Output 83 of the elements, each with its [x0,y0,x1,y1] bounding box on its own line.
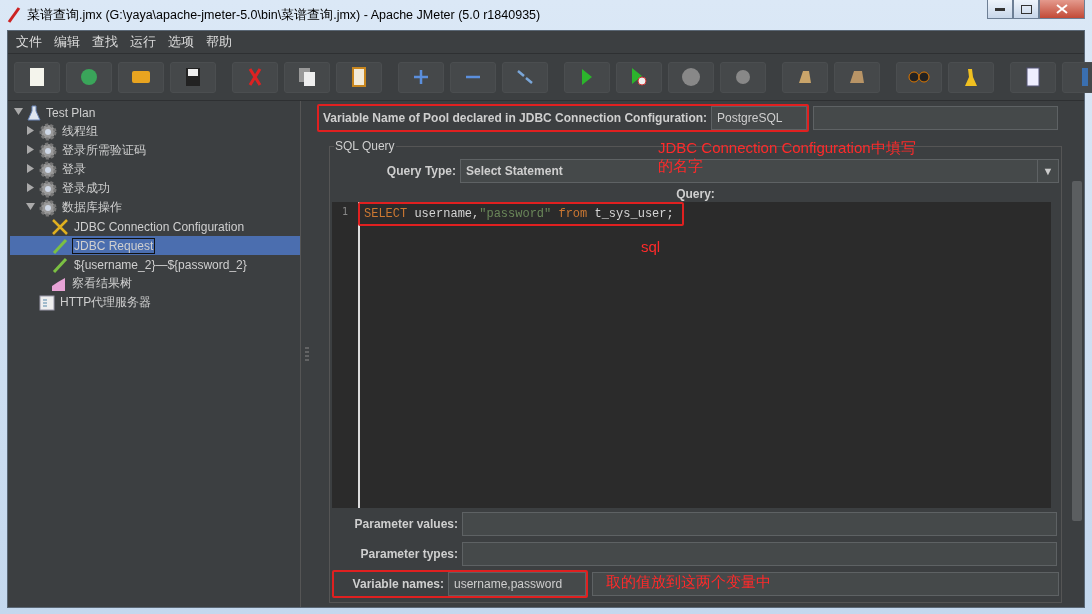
annotation-text: sql [641,238,661,256]
save-icon [186,68,200,86]
new-file-icon [30,68,44,86]
toggle-icon [517,70,533,84]
input-field[interactable] [813,106,1058,130]
field-label: Variable names: [352,577,444,591]
scrollbar[interactable] [1072,181,1082,521]
collapse-icon[interactable] [14,107,23,116]
splitter-handle-icon[interactable] [305,347,309,361]
wrench-icon [51,217,69,236]
toolbar-button[interactable] [616,61,662,93]
pipette-icon [51,255,69,274]
code-line: SELECT username,"password" from t_sys_user; [363,206,675,223]
flask-icon [27,104,41,121]
tree-item[interactable]: 登录 [10,160,300,179]
tree-item[interactable]: JDBC Connection Configuration [10,217,300,236]
menu-item[interactable]: 运行 [124,33,162,51]
line-number: 1 [342,206,348,219]
tree-item[interactable]: ${username_2}—${password_2} [10,255,300,274]
expand-icon[interactable] [26,145,35,154]
toolbar-button[interactable] [14,61,60,93]
feather-icon [7,7,21,23]
expand-icon[interactable] [26,164,35,173]
input-field[interactable]: username,password [448,572,586,596]
field-label: Parameter values: [354,517,458,531]
collapse-icon[interactable] [26,202,35,211]
field-label: Parameter types: [360,547,458,561]
maximize-button[interactable] [1013,0,1039,19]
menu-item[interactable]: 帮助 [200,33,238,51]
section-title: SQL Query [334,139,396,153]
binoculars-icon [908,71,930,83]
menu-item[interactable]: 选项 [162,33,200,51]
paste-icon [352,67,366,87]
input-field[interactable] [592,572,1059,596]
gear-icon [39,122,57,141]
stop-icon [736,70,750,84]
plus-icon [414,70,428,84]
expand-icon[interactable] [26,183,35,192]
gear-icon [39,198,57,217]
annotation-text: 的名字 [658,157,703,175]
close-button[interactable] [1039,0,1085,19]
window-title: 菜谱查询.jmx (G:\yaya\apache-jmeter-5.0\bin\菜谱查询.jmx) - Apache JMeter (5.0 r1840935) [27,6,541,24]
close-icon [1056,4,1068,14]
gear-icon [39,141,57,160]
toolbar-button[interactable] [336,61,382,93]
tree-item[interactable]: 登录所需验证码 [10,141,300,160]
pipette-icon [51,236,69,255]
tree-item[interactable]: 线程组 [10,122,300,141]
tree-item[interactable]: 数据库操作 [10,198,300,217]
minimize-icon [995,7,1005,11]
toolbar-button[interactable] [284,61,330,93]
minus-icon [466,75,480,79]
input-field[interactable] [462,512,1057,536]
toolbar-button[interactable] [170,61,216,93]
input-field[interactable]: PostgreSQL [711,106,808,130]
annotation-text: 取的值放到这两个变量中 [606,573,771,591]
stop-icon [682,68,700,86]
field-label: Query: [676,187,715,201]
tree-item[interactable]: 登录成功 [10,179,300,198]
tree-item[interactable]: 察看结果树 [10,274,300,293]
expand-icon[interactable] [26,126,35,135]
gear-icon [39,179,57,198]
play-icon [631,68,647,86]
cut-icon [248,68,262,86]
field-label: Variable Name of Pool declared in JDBC Connection Configuration: [322,111,709,125]
menu-item[interactable]: 文件 [10,33,48,51]
tree-item[interactable]: HTTP代理服务器 [10,293,300,312]
document-icon [39,294,55,311]
notebook-icon [1026,67,1040,87]
chart-icon [51,275,67,292]
maximize-icon [1020,4,1032,14]
tree-item[interactable]: Test Plan [10,103,300,122]
minimize-button[interactable] [987,0,1013,19]
toolbar-button[interactable] [1010,61,1056,93]
input-field[interactable] [462,542,1057,566]
play-icon [582,69,592,85]
gear-icon [39,160,57,179]
toolbar-button[interactable] [948,61,994,93]
field-label: Query Type: [386,164,456,178]
menu-item[interactable]: 编辑 [48,33,86,51]
copy-icon [299,68,315,86]
annotation-text: JDBC Connection Configuration中填写 [658,139,916,157]
menu-item[interactable]: 查找 [86,33,124,51]
